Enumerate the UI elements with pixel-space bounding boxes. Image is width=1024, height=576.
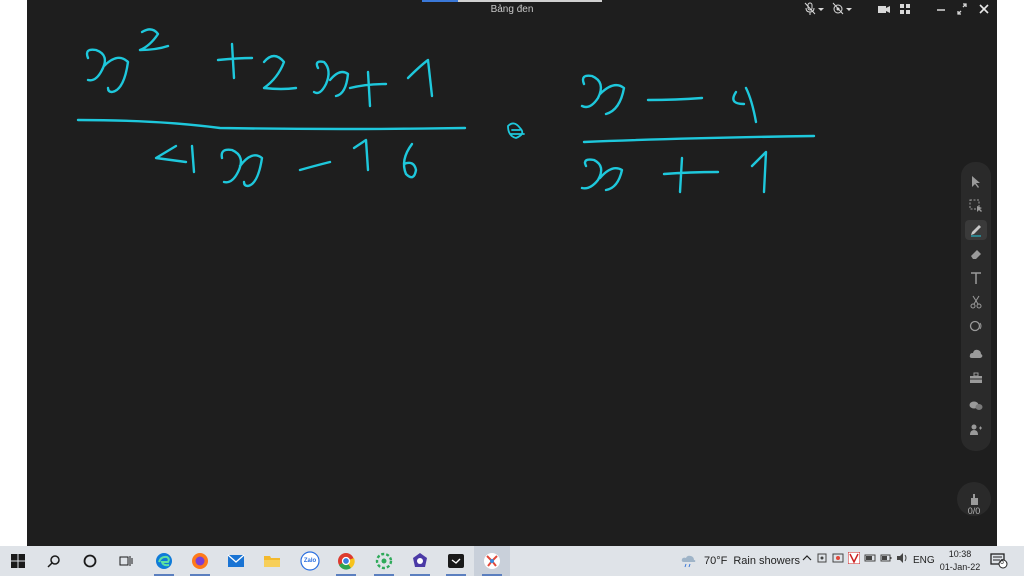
- ink-stroke: [662, 156, 720, 194]
- file-explorer-icon[interactable]: [254, 546, 290, 576]
- whiteboard-app-icon[interactable]: [474, 546, 510, 576]
- clock-date: 01-Jan-22: [939, 562, 981, 572]
- ink-stroke: [406, 58, 434, 98]
- ink-stroke: [352, 138, 370, 172]
- weather-widget[interactable]: 70°F Rain showers: [680, 553, 800, 569]
- participants-icon[interactable]: [965, 420, 987, 440]
- cloud-icon[interactable]: [965, 344, 987, 364]
- zalo-icon[interactable]: Zalo: [292, 546, 328, 576]
- ink-stroke: [348, 70, 388, 108]
- edge-icon[interactable]: [146, 546, 182, 576]
- scissors-icon[interactable]: [965, 292, 987, 312]
- ink-stroke: [750, 150, 768, 194]
- weather-condition: Rain showers: [733, 555, 800, 567]
- search-icon[interactable]: [36, 546, 72, 576]
- ink-stroke: [216, 42, 254, 80]
- zalo-label: Zalo: [303, 558, 317, 564]
- weather-temp: 70°F: [704, 555, 728, 567]
- ink-stroke: [402, 142, 418, 179]
- ink-stroke: [262, 54, 298, 91]
- vietkey-icon[interactable]: [848, 552, 860, 564]
- clock[interactable]: 10:38 01-Jan-22: [936, 548, 984, 574]
- start-icon[interactable]: [0, 546, 36, 576]
- rain-cloud-icon: [681, 555, 696, 568]
- notification-count: 6: [1000, 559, 1004, 566]
- ink-stroke: [220, 148, 264, 188]
- ink-stroke: [138, 28, 170, 52]
- hand-icon: [971, 494, 978, 505]
- ink-stroke: [298, 160, 332, 172]
- flower-app-icon[interactable]: [402, 546, 438, 576]
- clock-time: 10:38: [948, 549, 972, 559]
- page-counter: 0/0: [967, 506, 981, 516]
- notification-icon: [990, 553, 1008, 569]
- area-select-icon[interactable]: [965, 196, 987, 216]
- shape-icon[interactable]: [965, 316, 987, 336]
- chat-icon[interactable]: [965, 396, 987, 416]
- ink-stroke: [580, 158, 624, 192]
- toolbox-icon[interactable]: [965, 368, 987, 388]
- app-window: Bảng đen 0/0: [0, 0, 1024, 546]
- chevron-up-icon[interactable]: [802, 552, 812, 564]
- ink-stroke: [85, 48, 130, 94]
- mail-icon[interactable]: [218, 546, 254, 576]
- pen-icon[interactable]: [965, 220, 987, 240]
- ink-stroke: [582, 134, 816, 144]
- tray-camera-icon[interactable]: [832, 552, 844, 564]
- tray-app-icon[interactable]: [816, 552, 828, 564]
- capture-icon[interactable]: [438, 546, 474, 576]
- text-icon[interactable]: [965, 268, 987, 288]
- volume-icon[interactable]: [896, 552, 908, 564]
- ink-stroke: [312, 60, 350, 98]
- ink-stroke: [76, 118, 467, 131]
- ink-stroke: [507, 122, 525, 139]
- taskbar: Zalo 70°F Rain showers ENG 10:38 01-Jan-…: [0, 546, 1024, 576]
- network-icon[interactable]: [864, 552, 876, 564]
- cortana-icon[interactable]: [72, 546, 108, 576]
- green-app-icon[interactable]: [366, 546, 402, 576]
- task-view-icon[interactable]: [108, 546, 144, 576]
- battery-icon[interactable]: [880, 552, 892, 564]
- system-tray: [802, 552, 908, 564]
- eraser-icon[interactable]: [965, 244, 987, 264]
- ink-stroke: [646, 96, 704, 102]
- ink-stroke: [154, 144, 196, 174]
- ink-stroke: [732, 86, 758, 124]
- ink-stroke: [580, 74, 626, 116]
- firefox-icon[interactable]: [182, 546, 218, 576]
- language-indicator[interactable]: ENG: [913, 555, 935, 566]
- notification-center-button[interactable]: 6: [990, 553, 1008, 569]
- tool-panel: [961, 162, 991, 451]
- chrome-icon[interactable]: [328, 546, 364, 576]
- handwritten-math-drawing: [76, 28, 816, 194]
- select-icon[interactable]: [965, 172, 987, 192]
